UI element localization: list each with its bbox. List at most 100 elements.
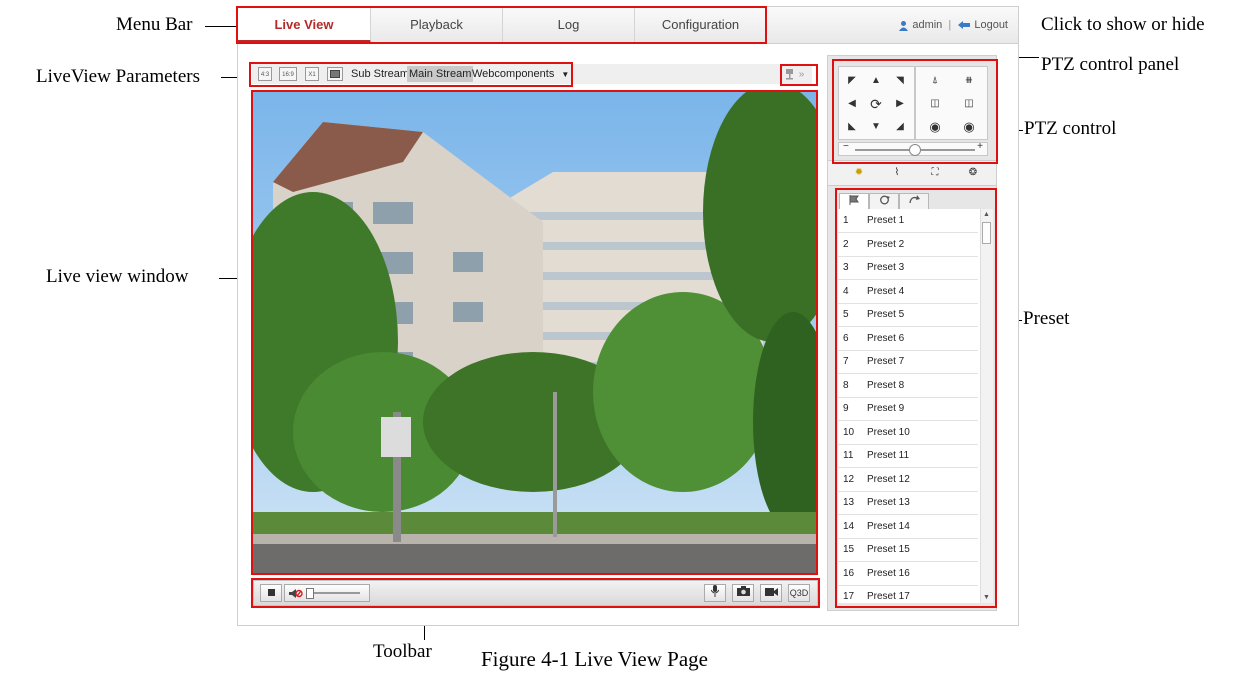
ptz-left-button[interactable]: ◀: [841, 94, 863, 114]
preset-row[interactable]: 13 Preset 13: [838, 492, 978, 515]
preset-row[interactable]: 2 Preset 2: [838, 234, 978, 257]
scroll-thumb[interactable]: [982, 222, 991, 244]
menu-bar: Live View Playback Log Configuration adm…: [238, 7, 1018, 44]
preset-number: 14: [843, 520, 855, 532]
fullscreen-button[interactable]: [327, 67, 343, 81]
preset-name: Preset 5: [867, 309, 905, 320]
ptz-down-left-button[interactable]: ◣: [841, 117, 863, 137]
stop-live-view-button[interactable]: [260, 584, 282, 602]
user-area: admin | Logout: [898, 7, 1008, 43]
ptz-up-left-button[interactable]: ◤: [841, 71, 863, 91]
mute-icon: [289, 588, 303, 598]
preset-row[interactable]: 12 Preset 12: [838, 469, 978, 492]
preset-row[interactable]: 3 Preset 3: [838, 257, 978, 280]
tab-live-view[interactable]: Live View: [238, 7, 371, 43]
microphone-icon: [710, 585, 720, 597]
plugin-select[interactable]: Webcomponents ▼: [470, 66, 571, 82]
preset-number: 9: [843, 403, 849, 414]
stop-icon: [267, 589, 275, 596]
volume-slider-handle[interactable]: [306, 588, 315, 600]
ptz-up-right-button[interactable]: ◥: [889, 71, 911, 91]
two-way-audio-button[interactable]: [704, 584, 726, 602]
username: admin: [912, 19, 943, 32]
ptz-right-button[interactable]: ▶: [889, 94, 911, 114]
ptz-down-button[interactable]: ▼: [865, 117, 887, 137]
ptz-toggle-button[interactable]: »: [784, 67, 816, 83]
preset-number: 1: [843, 215, 849, 226]
volume-slider[interactable]: [306, 588, 361, 600]
preset-name: Preset 9: [867, 403, 905, 414]
tab-playback[interactable]: Playback: [371, 7, 503, 43]
ptz-speed-slider[interactable]: − +: [838, 141, 988, 156]
light-icon[interactable]: ✹: [848, 163, 870, 183]
preset-list: 17 Preset 17 16 Preset 16 15 Preset 15 14 Prese…: [838, 209, 993, 603]
preset-row[interactable]: 10 Preset 10: [838, 422, 978, 445]
preset-number: 15: [843, 544, 855, 555]
preset-row[interactable]: 6 Preset 6: [838, 328, 978, 351]
zoom-out-button[interactable]: ⧻: [958, 71, 980, 91]
iris-close-button[interactable]: ◉: [958, 117, 980, 137]
scroll-down-icon[interactable]: ▼: [983, 594, 990, 601]
preset-name: Preset 10: [867, 426, 910, 438]
focus-near-button[interactable]: ◫: [924, 94, 946, 114]
record-button[interactable]: [760, 584, 782, 602]
preset-row[interactable]: 9 Preset 9: [838, 398, 978, 421]
logout-link[interactable]: Logout: [974, 19, 1008, 31]
live-view-window[interactable]: [253, 92, 816, 573]
ptz-down-right-button[interactable]: ◢: [889, 117, 911, 137]
main-stream-option[interactable]: Main Stream: [407, 66, 474, 82]
ratio-16-9-button[interactable]: 16:9: [279, 67, 297, 81]
preset-row[interactable]: 5 Preset 5: [838, 304, 978, 327]
focus-far-button[interactable]: ◫: [958, 94, 980, 114]
preset-row[interactable]: 1 Preset 1: [838, 210, 978, 233]
tab-configuration[interactable]: Configuration: [635, 7, 767, 43]
ratio-4-3-button[interactable]: 4:3: [258, 67, 272, 81]
wiper-icon[interactable]: ⌇: [886, 163, 908, 183]
callout-preset: Preset: [1023, 308, 1070, 329]
flag-icon: [849, 195, 859, 205]
ptz-auto-button[interactable]: ⟳: [865, 94, 887, 114]
preset-number: 3: [843, 262, 849, 273]
capture-button[interactable]: [732, 584, 754, 602]
preset-row[interactable]: 14 Preset 14: [838, 516, 978, 539]
preset-name: Preset 13: [867, 497, 910, 508]
ptz-up-button[interactable]: ▲: [865, 71, 887, 91]
fullscreen-icon: [330, 70, 340, 78]
preset-scrollbar[interactable]: ▲ ▼: [980, 209, 993, 603]
pattern-icon: [908, 195, 920, 204]
preset-row[interactable]: 8 Preset 8: [838, 375, 978, 398]
user-icon: [899, 20, 909, 31]
preset-number: 7: [843, 356, 849, 367]
preset-name: Preset 4: [867, 285, 905, 297]
figure-caption: Figure 4-1 Live View Page: [481, 647, 708, 671]
preset-number: 8: [843, 379, 849, 391]
preset-name: Preset 14: [867, 520, 910, 532]
preset-row[interactable]: 16 Preset 16: [838, 563, 978, 586]
preset-name: Preset 12: [867, 473, 910, 485]
lens-init-icon[interactable]: ❂: [962, 163, 984, 183]
sub-stream-option[interactable]: Sub Stream: [349, 66, 411, 82]
scroll-up-icon[interactable]: ▲: [983, 211, 990, 218]
speed-slider-handle[interactable]: [909, 144, 921, 156]
preset-number: 5: [843, 309, 849, 320]
preset-number: 13: [843, 497, 855, 508]
preset-number: 2: [843, 238, 849, 250]
tab-log[interactable]: Log: [503, 7, 635, 43]
iris-open-button[interactable]: ◉: [924, 117, 946, 137]
one-touch-focus-icon[interactable]: ⛶: [924, 163, 946, 183]
video-camera-icon: [764, 588, 778, 596]
audio-button[interactable]: [284, 584, 370, 602]
ratio-x1-button[interactable]: X1: [305, 67, 319, 81]
preset-name: Preset 7: [867, 356, 905, 367]
zoom-in-button[interactable]: ⍋: [924, 71, 946, 91]
preset-row[interactable]: 7 Preset 7: [838, 351, 978, 374]
zoom-3d-button[interactable]: Q3D: [788, 584, 810, 602]
preset-row[interactable]: 15 Preset 15: [838, 539, 978, 562]
preset-name: Preset 6: [867, 332, 905, 344]
preset-row[interactable]: 4 Preset 4: [838, 281, 978, 304]
preset-row[interactable]: 17 Preset 17: [838, 586, 978, 603]
leader-line: [205, 26, 238, 27]
preset-row[interactable]: 11 Preset 11: [838, 445, 978, 468]
callout-toolbar: Toolbar: [373, 641, 432, 662]
preset-name: Preset 8: [867, 379, 905, 391]
